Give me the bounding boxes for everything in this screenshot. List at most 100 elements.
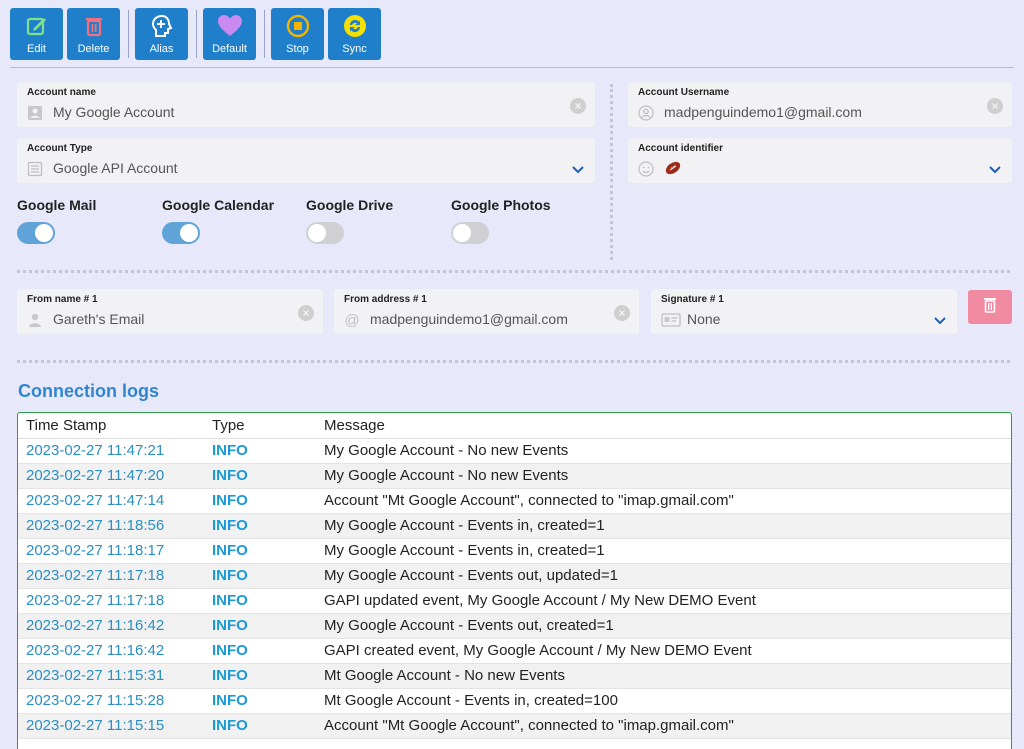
log-message: GAPI updated event, My Google Account / … — [316, 588, 1011, 614]
log-message: Account "Mt Google Account", connected t… — [316, 713, 1011, 739]
stop-button[interactable]: Stop — [271, 8, 324, 60]
stop-icon — [285, 13, 311, 39]
log-message: My Google Account - No new Events — [316, 463, 1011, 489]
log-type: INFO — [204, 638, 316, 664]
table-row[interactable]: 2023-02-27 11:47:14 INFO Account "Mt Googl… — [18, 488, 1011, 514]
delete-from-button[interactable] — [968, 290, 1012, 324]
table-row[interactable]: 2023-02-27 11:17:18 INFO My Google Account… — [18, 563, 1011, 589]
user-icon — [27, 312, 43, 328]
toggle-knob — [35, 224, 53, 242]
account-username-field[interactable]: Account Username madpenguindemo1@gmail.c… — [628, 82, 1012, 127]
log-message: My Google Account - Events out, created=… — [316, 613, 1011, 639]
trash-icon — [983, 297, 997, 318]
at-sign-icon: @ — [344, 311, 360, 329]
table-row[interactable]: 2023-02-27 11:18:56 INFO My Google Account… — [18, 513, 1011, 539]
log-timestamp: 2023-02-27 11:15:31 — [18, 663, 204, 689]
sync-button[interactable]: Sync — [328, 8, 381, 60]
signature-label: Signature # 1 — [661, 294, 724, 305]
delete-label: Delete — [77, 43, 110, 55]
table-row[interactable]: 2023-02-27 11:47:20 INFO My Google Account… — [18, 463, 1011, 489]
log-timestamp: 2023-02-27 11:47:21 — [18, 438, 204, 464]
from-address-field[interactable]: From address # 1 @ madpenguindemo1@gmail… — [334, 289, 639, 334]
chevron-down-icon[interactable] — [988, 162, 1002, 174]
table-row[interactable]: 2023-02-27 11:15:31 INFO Mt Google Account… — [18, 663, 1011, 689]
clear-icon[interactable]: × — [987, 98, 1003, 114]
edit-label: Edit — [27, 43, 46, 55]
google-photos-label: Google Photos — [451, 197, 551, 213]
column-divider — [610, 84, 613, 260]
log-timestamp: 2023-02-27 11:47:14 — [18, 488, 204, 514]
log-message: My Google Account - Events in, created=1 — [316, 513, 1011, 539]
account-identifier-select[interactable]: Account identifier — [628, 138, 1012, 183]
log-message: Account "Mt Google Account", connected t… — [316, 488, 1011, 514]
account-name-label: Account name — [27, 87, 96, 98]
default-button[interactable]: Default — [203, 8, 256, 60]
id-card-icon — [27, 105, 43, 121]
toggle-knob — [180, 224, 198, 242]
section-divider — [17, 360, 1010, 363]
chevron-down-icon[interactable] — [571, 162, 585, 174]
log-type: INFO — [204, 538, 316, 564]
log-timestamp: 2023-02-27 11:16:42 — [18, 638, 204, 664]
clear-icon[interactable]: × — [570, 98, 586, 114]
log-message: GAPI created event, My Google Account / … — [316, 638, 1011, 664]
log-type: INFO — [204, 563, 316, 589]
account-type-select[interactable]: Account Type Google API Account — [17, 138, 595, 183]
account-name-field[interactable]: Account name My Google Account × — [17, 82, 595, 127]
toolbar-divider — [128, 10, 129, 58]
trash-icon — [81, 13, 107, 39]
google-photos-toggle[interactable] — [451, 222, 489, 244]
table-row[interactable]: 2023-02-27 11:18:17 INFO My Google Account… — [18, 538, 1011, 564]
sync-icon — [342, 13, 368, 39]
toolbar-divider — [196, 10, 197, 58]
log-type: INFO — [204, 713, 316, 739]
google-mail-label: Google Mail — [17, 197, 97, 213]
column-header-type[interactable]: Type — [204, 413, 316, 439]
log-type: INFO — [204, 438, 316, 464]
stop-label: Stop — [286, 43, 309, 55]
column-header-timestamp[interactable]: Time Stamp — [18, 413, 204, 439]
table-row[interactable]: 2023-02-27 11:47:21 INFO My Google Account… — [18, 438, 1011, 464]
alias-label: Alias — [149, 43, 174, 55]
signature-value: None — [687, 311, 721, 327]
smiley-icon — [638, 161, 654, 177]
table-row[interactable]: 2023-02-27 11:15:28 INFO Mt Google Account… — [18, 688, 1011, 714]
google-drive-toggle[interactable] — [306, 222, 344, 244]
signature-select[interactable]: Signature # 1 None — [651, 289, 957, 334]
log-timestamp: 2023-02-27 11:18:17 — [18, 538, 204, 564]
log-type: INFO — [204, 663, 316, 689]
clear-icon[interactable]: × — [298, 305, 314, 321]
from-name-field[interactable]: From name # 1 Gareth's Email × — [17, 289, 323, 334]
connection-logs-title: Connection logs — [18, 381, 159, 401]
account-username-label: Account Username — [638, 87, 730, 98]
table-row[interactable]: 2023-02-27 11:16:42 INFO GAPI created even… — [18, 638, 1011, 664]
table-row[interactable]: 2023-02-27 11:17:18 INFO GAPI updated even… — [18, 588, 1011, 614]
from-name-label: From name # 1 — [27, 294, 98, 305]
table-row[interactable]: 2023-02-27 11:15:15 INFO Account "Mt Googl… — [18, 713, 1011, 739]
from-name-value: Gareth's Email — [53, 311, 145, 327]
google-calendar-toggle[interactable] — [162, 222, 200, 244]
log-message: Mt Google Account - Events in, created=1… — [316, 688, 1011, 714]
google-mail-toggle[interactable] — [17, 222, 55, 244]
edit-icon — [24, 13, 50, 39]
clear-icon[interactable]: × — [614, 305, 630, 321]
alias-button[interactable]: Alias — [135, 8, 188, 60]
section-divider — [17, 270, 1010, 273]
account-identifier-label: Account identifier — [638, 143, 724, 154]
default-label: Default — [212, 43, 247, 55]
delete-button[interactable]: Delete — [67, 8, 120, 60]
chevron-down-icon[interactable] — [933, 313, 947, 325]
account-type-label: Account Type — [27, 143, 93, 154]
table-row[interactable]: 2023-02-27 11:16:42 INFO My Google Account… — [18, 613, 1011, 639]
user-circle-icon — [638, 105, 654, 121]
from-address-value: madpenguindemo1@gmail.com — [370, 311, 568, 327]
log-timestamp: 2023-02-27 11:18:56 — [18, 513, 204, 539]
list-icon — [27, 161, 43, 177]
column-header-message[interactable]: Message — [316, 413, 1011, 439]
account-name-value: My Google Account — [53, 104, 175, 120]
log-timestamp: 2023-02-27 11:17:18 — [18, 588, 204, 614]
log-message: My Google Account - No new Events — [316, 438, 1011, 464]
signature-icon — [661, 312, 681, 328]
log-type: INFO — [204, 588, 316, 614]
edit-button[interactable]: Edit — [10, 8, 63, 60]
